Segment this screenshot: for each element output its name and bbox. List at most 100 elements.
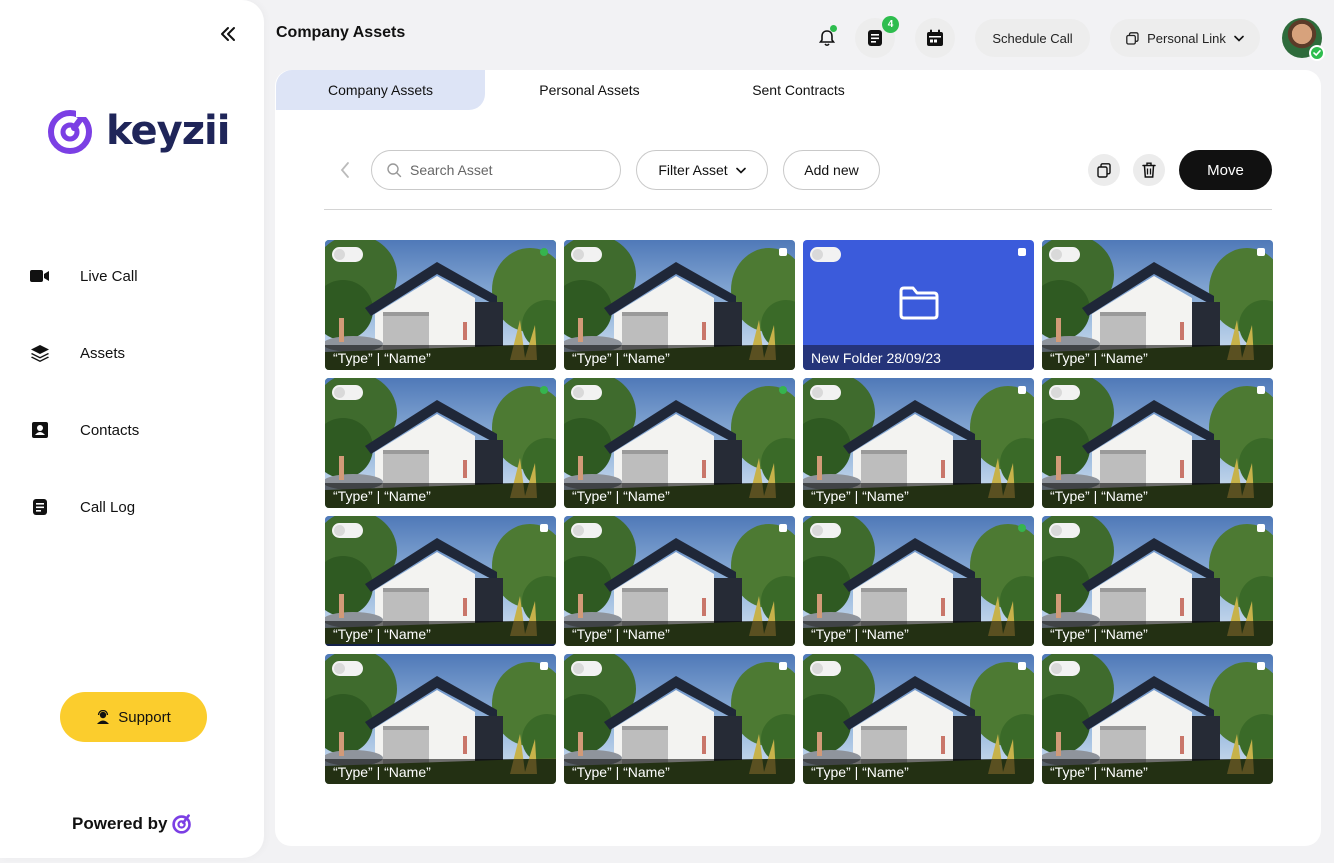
select-checkbox[interactable] xyxy=(779,248,787,256)
select-checkbox[interactable] xyxy=(1257,524,1265,532)
asset-toggle[interactable] xyxy=(332,385,363,400)
online-check-icon xyxy=(1309,45,1325,61)
asset-toggle[interactable] xyxy=(810,247,841,262)
copy-button[interactable] xyxy=(1088,154,1120,186)
messages-count-badge: 4 xyxy=(882,16,899,33)
select-checkbox[interactable] xyxy=(1018,248,1026,256)
asset-tile[interactable]: “Type” | “Name” xyxy=(564,654,795,784)
support-label: Support xyxy=(118,708,171,726)
contact-card-icon xyxy=(30,420,50,440)
asset-tile[interactable]: “Type” | “Name” xyxy=(564,516,795,646)
move-label: Move xyxy=(1207,161,1244,179)
move-button[interactable]: Move xyxy=(1179,150,1272,190)
asset-tile[interactable]: “Type” | “Name” xyxy=(803,378,1034,508)
sidebar-item-label: Contacts xyxy=(80,421,140,439)
asset-tile[interactable]: “Type” | “Name” xyxy=(325,654,556,784)
notifications-button[interactable] xyxy=(807,18,847,58)
asset-caption: “Type” | “Name” xyxy=(325,345,556,370)
select-checkbox[interactable] xyxy=(1257,248,1265,256)
search-input[interactable] xyxy=(410,162,600,178)
select-checkbox[interactable] xyxy=(1018,662,1026,670)
sidebar-item-call-log[interactable]: Call Log xyxy=(30,489,240,525)
select-checkbox[interactable] xyxy=(540,662,548,670)
asset-toggle[interactable] xyxy=(1049,523,1080,538)
asset-tile[interactable]: “Type” | “Name” xyxy=(325,240,556,370)
select-checkbox[interactable] xyxy=(1257,662,1265,670)
asset-toggle[interactable] xyxy=(332,247,363,262)
asset-caption: “Type” | “Name” xyxy=(803,483,1034,508)
asset-tile[interactable]: “Type” | “Name” xyxy=(564,378,795,508)
asset-tile[interactable]: “Type” | “Name” xyxy=(1042,516,1273,646)
asset-tile[interactable]: “Type” | “Name” xyxy=(1042,654,1273,784)
folder-tile[interactable]: New Folder 28/09/23 xyxy=(803,240,1034,370)
asset-toggle[interactable] xyxy=(571,385,602,400)
asset-tile[interactable]: “Type” | “Name” xyxy=(325,378,556,508)
asset-tile[interactable]: “Type” | “Name” xyxy=(803,654,1034,784)
asset-tile[interactable]: “Type” | “Name” xyxy=(1042,240,1273,370)
collapse-sidebar-button[interactable] xyxy=(216,22,240,46)
document-icon xyxy=(30,497,50,517)
search-icon xyxy=(387,163,402,178)
filter-asset-dropdown[interactable]: Filter Asset xyxy=(636,150,768,190)
tab-label: Company Assets xyxy=(327,82,434,98)
sidebar-item-live-call[interactable]: Live Call xyxy=(30,258,240,294)
notes-icon xyxy=(868,30,882,46)
sidebar-item-contacts[interactable]: Contacts xyxy=(30,412,240,448)
asset-caption: “Type” | “Name” xyxy=(564,621,795,646)
select-checkbox[interactable] xyxy=(540,524,548,532)
toolbar-divider xyxy=(324,209,1272,210)
back-button[interactable] xyxy=(333,158,357,182)
copy-link-icon xyxy=(1126,31,1139,45)
asset-toggle[interactable] xyxy=(1049,247,1080,262)
select-checkbox[interactable] xyxy=(540,248,548,256)
asset-toggle[interactable] xyxy=(571,247,602,262)
select-checkbox[interactable] xyxy=(779,524,787,532)
calendar-button[interactable] xyxy=(915,18,955,58)
page-title: Company Assets xyxy=(276,24,406,41)
tab-personal-assets[interactable]: Personal Assets xyxy=(485,70,694,110)
tab-sent-contracts[interactable]: Sent Contracts xyxy=(694,70,903,110)
asset-tile[interactable]: “Type” | “Name” xyxy=(803,516,1034,646)
asset-caption: “Type” | “Name” xyxy=(803,759,1034,784)
delete-button[interactable] xyxy=(1133,154,1165,186)
asset-tile[interactable]: “Type” | “Name” xyxy=(564,240,795,370)
sidebar: keyzii Live Call Assets Contacts Call Lo… xyxy=(0,0,264,858)
asset-grid: “Type” | “Name” “Type” | “Name” New Folder… xyxy=(325,240,1273,784)
video-camera-icon xyxy=(30,266,50,286)
add-new-button[interactable]: Add new xyxy=(783,150,880,190)
user-avatar[interactable] xyxy=(1282,18,1325,61)
asset-toggle[interactable] xyxy=(810,385,841,400)
asset-toggle[interactable] xyxy=(332,523,363,538)
select-checkbox[interactable] xyxy=(540,386,548,394)
tab-company-assets[interactable]: Company Assets xyxy=(276,70,485,110)
brand-logo: keyzii xyxy=(46,106,230,156)
asset-toggle[interactable] xyxy=(810,523,841,538)
asset-toggle[interactable] xyxy=(810,661,841,676)
schedule-call-label: Schedule Call xyxy=(992,30,1073,46)
personal-link-dropdown[interactable]: Personal Link xyxy=(1110,19,1260,57)
sidebar-item-assets[interactable]: Assets xyxy=(30,335,240,371)
select-checkbox[interactable] xyxy=(779,386,787,394)
asset-caption: “Type” | “Name” xyxy=(564,345,795,370)
select-checkbox[interactable] xyxy=(1257,386,1265,394)
sidebar-nav: Live Call Assets Contacts Call Log xyxy=(30,258,240,566)
asset-toggle[interactable] xyxy=(1049,385,1080,400)
select-checkbox[interactable] xyxy=(1018,524,1026,532)
support-button[interactable]: Support xyxy=(60,692,207,742)
personal-link-label: Personal Link xyxy=(1147,30,1226,46)
keyzii-logo-icon xyxy=(48,108,92,154)
layers-icon xyxy=(30,343,50,363)
asset-tile[interactable]: “Type” | “Name” xyxy=(325,516,556,646)
asset-toggle[interactable] xyxy=(1049,661,1080,676)
asset-tile[interactable]: “Type” | “Name” xyxy=(1042,378,1273,508)
select-checkbox[interactable] xyxy=(1018,386,1026,394)
chevron-down-icon xyxy=(1234,35,1244,42)
copy-icon xyxy=(1097,162,1111,178)
asset-toggle[interactable] xyxy=(571,523,602,538)
asset-toggle[interactable] xyxy=(571,661,602,676)
sidebar-item-label: Call Log xyxy=(80,498,136,516)
messages-button[interactable]: 4 xyxy=(855,16,899,58)
select-checkbox[interactable] xyxy=(779,662,787,670)
schedule-call-button[interactable]: Schedule Call xyxy=(975,19,1090,57)
asset-toggle[interactable] xyxy=(332,661,363,676)
